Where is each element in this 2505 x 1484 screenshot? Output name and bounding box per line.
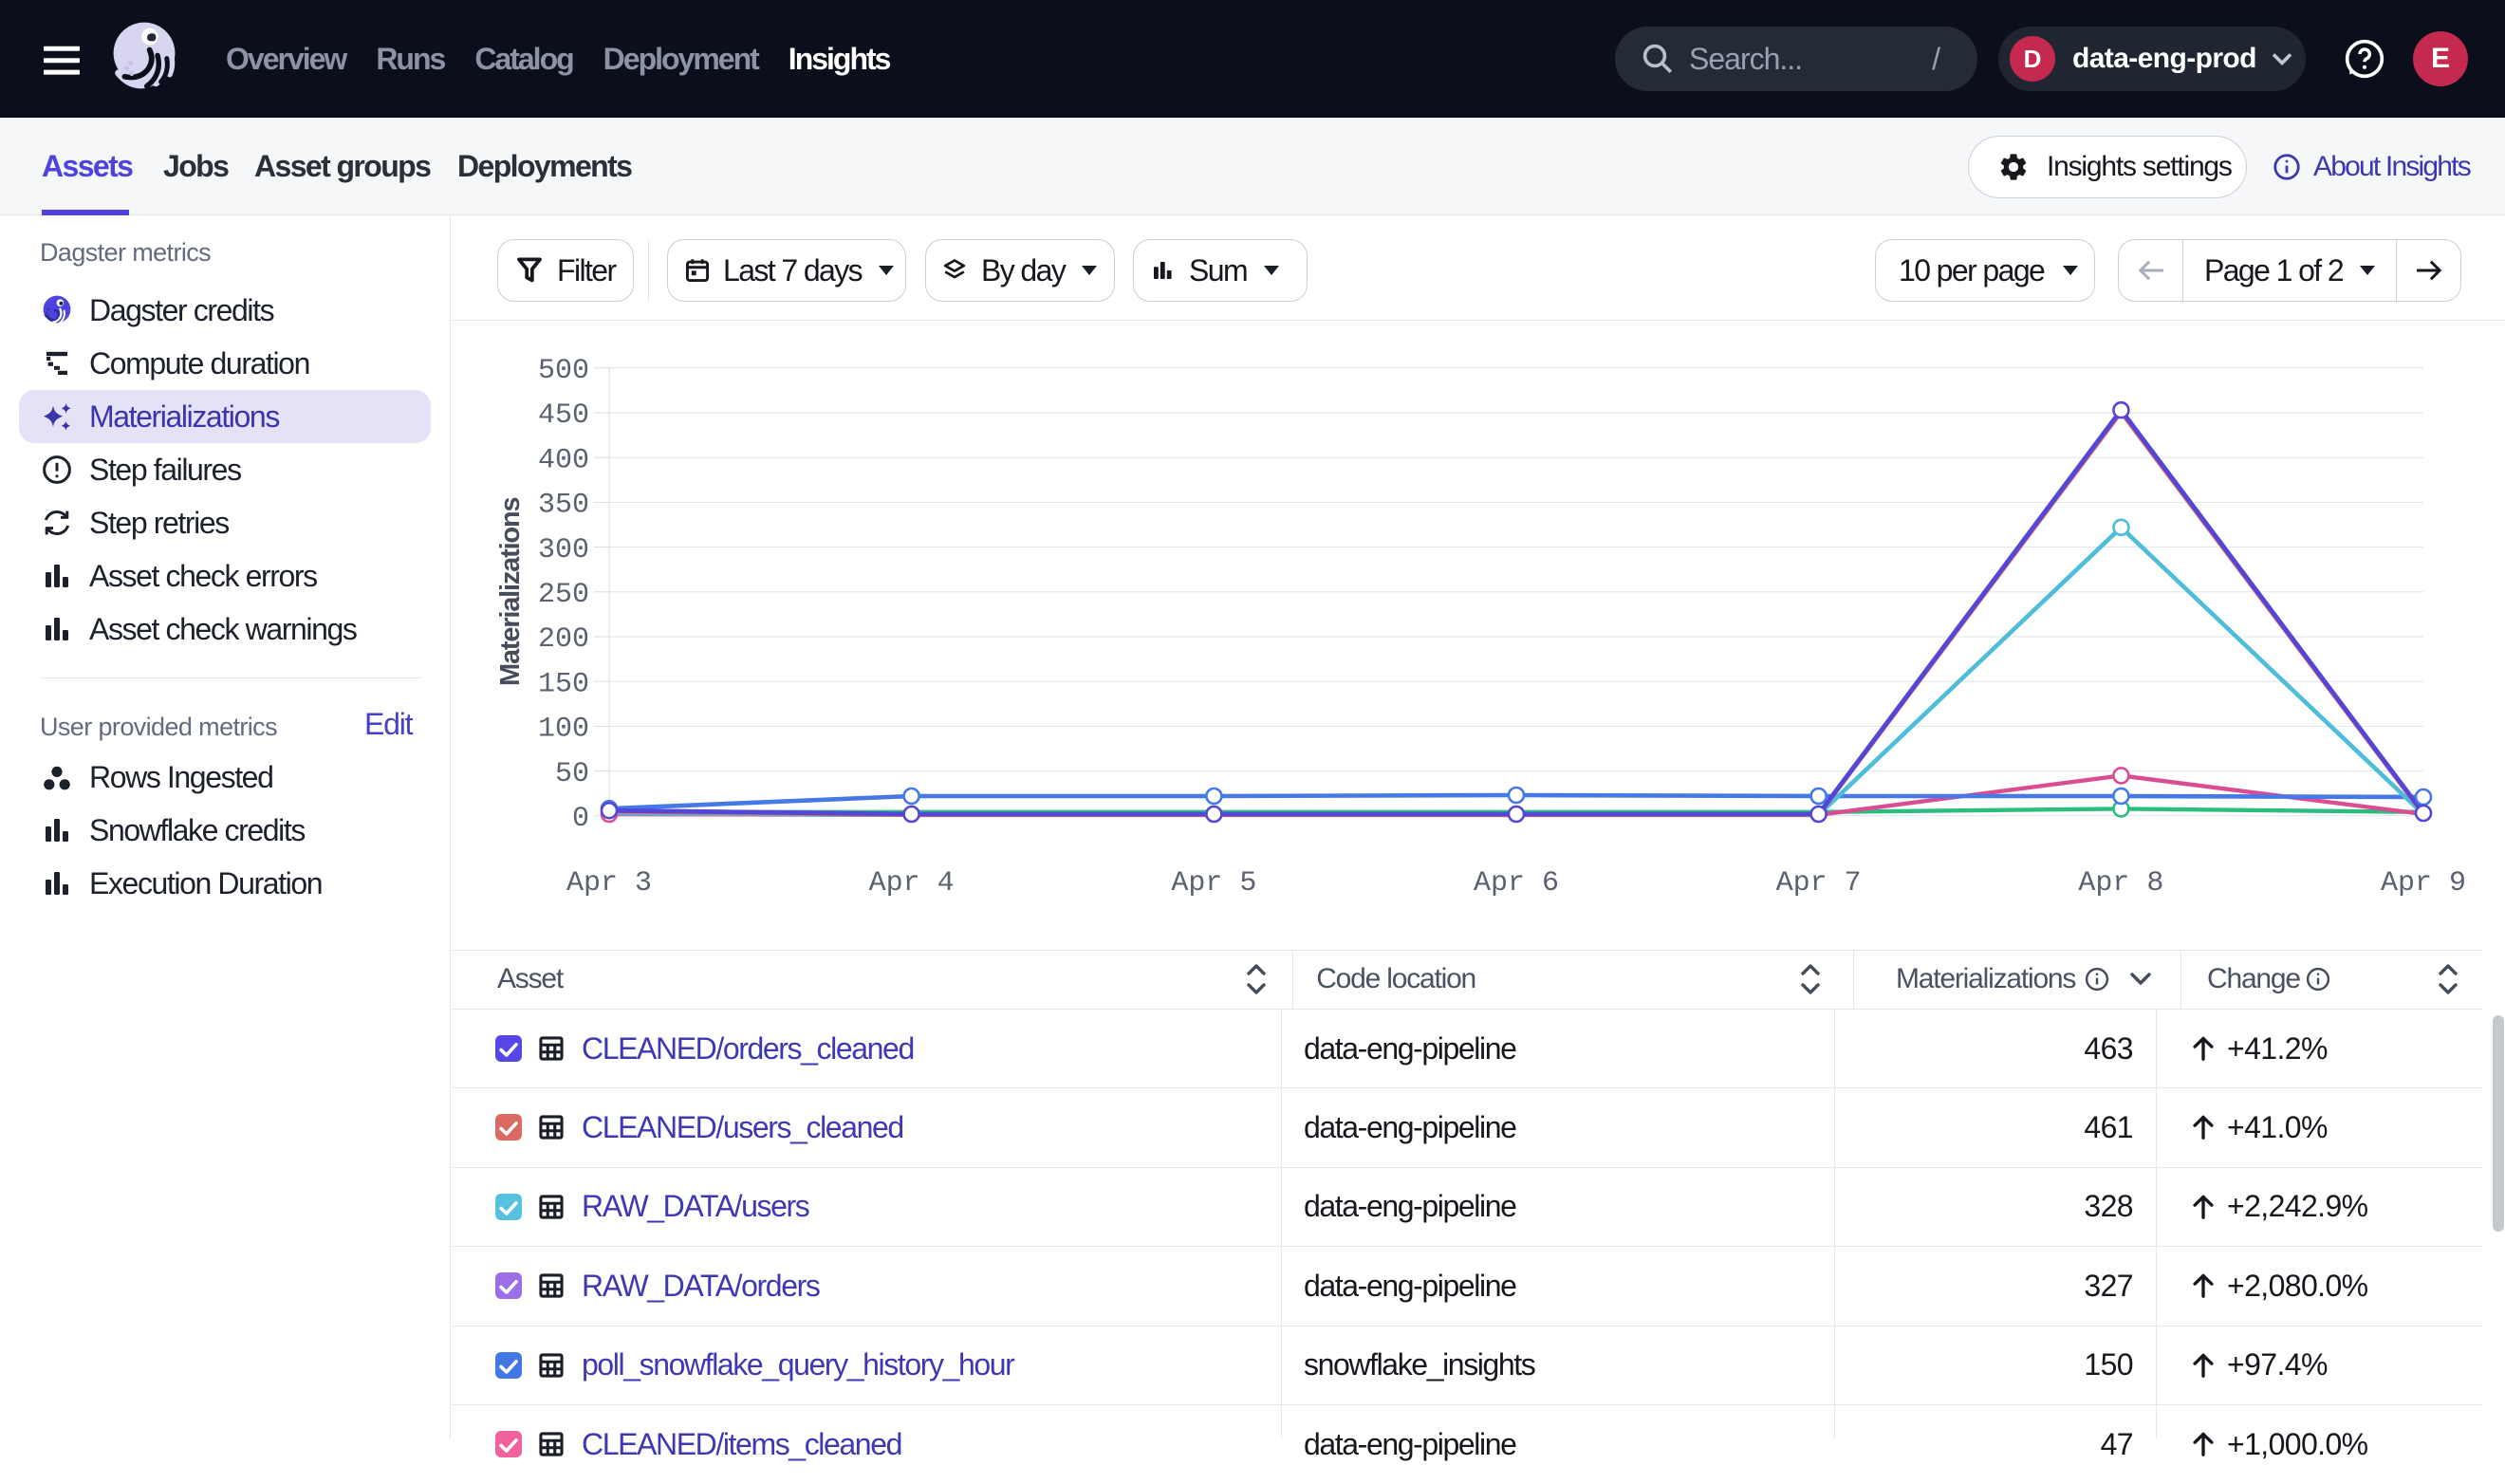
- svg-text:350: 350: [538, 490, 589, 522]
- svg-text:0: 0: [572, 803, 589, 835]
- svg-text:Apr 5: Apr 5: [1171, 867, 1256, 900]
- svg-text:Apr 8: Apr 8: [2078, 867, 2163, 900]
- svg-text:Apr 3: Apr 3: [566, 867, 652, 900]
- svg-text:200: 200: [538, 623, 589, 656]
- svg-text:Apr 4: Apr 4: [869, 867, 955, 900]
- svg-text:Apr 9: Apr 9: [2381, 867, 2466, 900]
- svg-text:500: 500: [538, 355, 589, 387]
- svg-text:450: 450: [538, 399, 589, 432]
- svg-text:Apr 6: Apr 6: [1474, 867, 1559, 900]
- svg-text:300: 300: [538, 534, 589, 566]
- svg-text:Apr 7: Apr 7: [1776, 867, 1862, 900]
- svg-text:250: 250: [538, 579, 589, 611]
- svg-text:50: 50: [555, 758, 589, 790]
- svg-text:100: 100: [538, 714, 589, 746]
- svg-text:400: 400: [538, 444, 589, 476]
- svg-text:150: 150: [538, 668, 589, 700]
- svg-text:Materializations: Materializations: [495, 498, 526, 686]
